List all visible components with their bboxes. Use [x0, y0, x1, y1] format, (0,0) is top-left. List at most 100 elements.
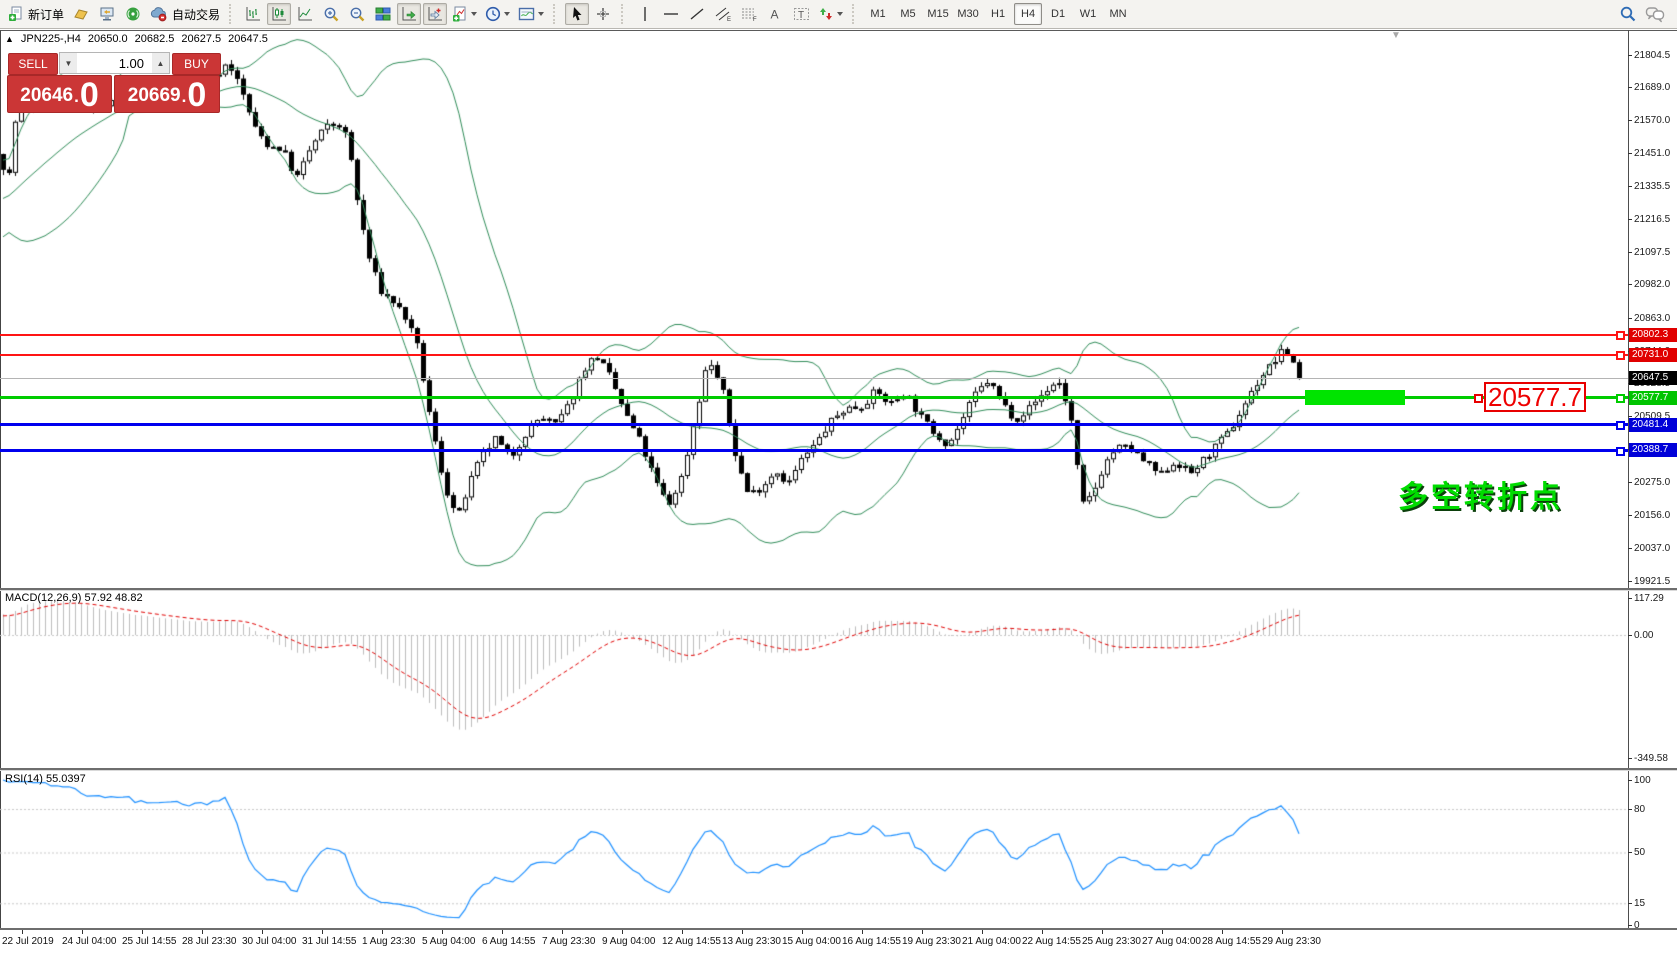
timeframe-m15[interactable]: M15 — [924, 3, 952, 25]
axis-tick: 20982.0 — [1628, 279, 1677, 291]
timeframe-d1[interactable]: D1 — [1044, 3, 1072, 25]
time-label: 28 Aug 14:55 — [1202, 936, 1261, 947]
price-tag: 20388.7 — [1629, 443, 1677, 457]
time-label: 30 Jul 04:00 — [242, 936, 297, 947]
sell-price-point: . — [74, 87, 79, 107]
dropdown-caret-icon — [504, 12, 510, 16]
time-label: 9 Aug 04:00 — [602, 936, 655, 947]
price-tag: 20647.5 — [1629, 371, 1677, 385]
text-button[interactable]: A — [763, 3, 787, 25]
signals-button[interactable] — [121, 3, 145, 25]
timeframe-m1[interactable]: M1 — [864, 3, 892, 25]
pane-separator[interactable] — [0, 768, 1677, 771]
period-button[interactable] — [482, 3, 513, 25]
search-icon — [1619, 5, 1637, 23]
chat-button[interactable] — [1642, 3, 1668, 25]
one-click-collapse-icon[interactable]: ▲ — [5, 34, 14, 44]
crosshair-icon — [595, 6, 611, 22]
chart-shift-icon — [427, 6, 443, 22]
time-label: 15 Aug 04:00 — [782, 936, 841, 947]
timeframe-mn[interactable]: MN — [1104, 3, 1132, 25]
chat-icon — [1645, 6, 1665, 23]
text-label-button[interactable]: T — [789, 3, 813, 25]
chart-shift-button[interactable] — [423, 3, 447, 25]
add-indicator-icon — [452, 6, 468, 22]
timeframe-group: M1M5M15M30H1H4D1W1MN — [863, 3, 1133, 25]
timeframe-h1[interactable]: H1 — [984, 3, 1012, 25]
time-tick — [82, 930, 83, 934]
metaeditor-icon — [99, 6, 115, 22]
crosshair-button[interactable] — [591, 3, 615, 25]
sell-button[interactable]: SELL — [8, 53, 58, 75]
axis-tick: -349.58 — [1628, 752, 1677, 764]
fibonacci-button[interactable]: F — [737, 3, 761, 25]
time-label: 5 Aug 04:00 — [422, 936, 475, 947]
buy-button[interactable]: BUY — [172, 53, 221, 75]
auto-trading-label: 自动交易 — [172, 6, 220, 23]
template-icon — [518, 6, 535, 22]
axis-tick: 80 — [1628, 803, 1677, 815]
price-tag: 20577.7 — [1629, 391, 1677, 405]
time-label: 21 Aug 04:00 — [962, 936, 1021, 947]
timeframe-m5[interactable]: M5 — [894, 3, 922, 25]
trendline-icon — [689, 6, 705, 22]
trendline-button[interactable] — [685, 3, 709, 25]
new-order-button[interactable]: 新订单 — [5, 3, 67, 25]
time-label: 12 Aug 14:55 — [662, 936, 721, 947]
axis-tick: 20037.0 — [1628, 543, 1677, 555]
sell-price-display[interactable]: 20646 . 0 — [7, 75, 112, 113]
candlestick-chart-button[interactable] — [267, 3, 291, 25]
price-alert-label[interactable]: 20577.7 — [1484, 382, 1586, 412]
time-axis: 22 Jul 201924 Jul 04:0025 Jul 14:5528 Ju… — [0, 930, 1677, 953]
svg-text:F: F — [753, 17, 757, 22]
auto-scroll-button[interactable] — [397, 3, 421, 25]
toolbar-grip — [553, 4, 559, 24]
buy-price-display[interactable]: 20669 . 0 — [114, 75, 220, 113]
axis-tick: 21451.0 — [1628, 148, 1677, 160]
axis-tick: 21097.5 — [1628, 246, 1677, 258]
time-label: 25 Aug 23:30 — [1082, 936, 1141, 947]
auto-trading-button[interactable]: 自动交易 — [147, 3, 223, 25]
timeframe-w1[interactable]: W1 — [1074, 3, 1102, 25]
volume-increase-button[interactable]: ▲ — [152, 53, 169, 73]
timeframe-m30[interactable]: M30 — [954, 3, 982, 25]
svg-text:E: E — [727, 17, 731, 22]
vertical-line-button[interactable] — [633, 3, 657, 25]
main-chart-canvas[interactable] — [0, 30, 1628, 590]
add-indicator-button[interactable] — [449, 3, 480, 25]
axis-tick: 21335.5 — [1628, 180, 1677, 192]
chart-shift-marker-icon[interactable]: ▼ — [1391, 30, 1401, 41]
line-chart-button[interactable] — [293, 3, 317, 25]
arrows-button[interactable] — [815, 3, 846, 25]
bar-chart-button[interactable] — [241, 3, 265, 25]
search-button[interactable] — [1616, 3, 1640, 25]
axis-tick: 20863.0 — [1628, 312, 1677, 324]
dropdown-caret-icon — [837, 12, 843, 16]
time-tick — [262, 930, 263, 934]
text-label-icon: T — [793, 6, 810, 22]
time-tick — [1162, 930, 1163, 934]
rsi-pane-canvas[interactable] — [0, 770, 1628, 928]
pane-separator[interactable] — [0, 588, 1677, 591]
rsi-indicator-label: RSI(14) 55.0397 — [5, 773, 86, 785]
metaeditor-button[interactable] — [95, 3, 119, 25]
time-tick — [562, 930, 563, 934]
macd-pane-canvas[interactable] — [0, 590, 1628, 768]
fibonacci-icon: F — [741, 6, 758, 22]
horizontal-line-button[interactable] — [659, 3, 683, 25]
zoom-in-button[interactable] — [319, 3, 343, 25]
profiles-button[interactable] — [69, 3, 93, 25]
timeframe-h4[interactable]: H4 — [1014, 3, 1042, 25]
volume-input[interactable] — [77, 53, 152, 73]
axis-tick: 21689.0 — [1628, 81, 1677, 93]
equidistant-channel-button[interactable]: E — [711, 3, 735, 25]
volume-decrease-button[interactable]: ▼ — [60, 53, 77, 73]
template-button[interactable] — [515, 3, 547, 25]
cursor-button[interactable] — [565, 3, 589, 25]
new-order-label: 新订单 — [28, 6, 64, 23]
time-tick — [442, 930, 443, 934]
zoom-out-button[interactable] — [345, 3, 369, 25]
turning-point-annotation[interactable]: 多空转折点 — [1398, 472, 1563, 516]
tile-windows-button[interactable] — [371, 3, 395, 25]
time-tick — [1102, 930, 1103, 934]
